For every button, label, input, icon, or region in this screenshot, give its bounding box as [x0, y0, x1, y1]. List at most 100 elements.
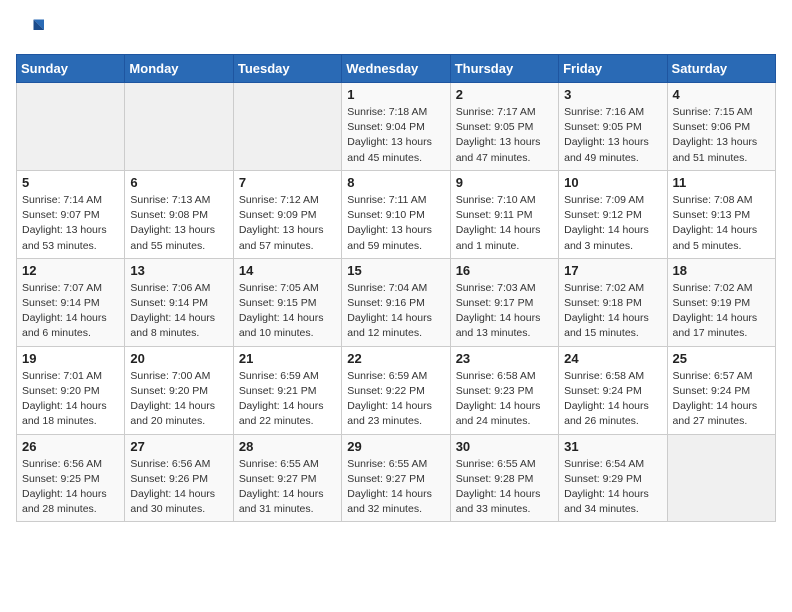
- day-number: 27: [130, 439, 227, 454]
- calendar-day-22: 22 Sunrise: 6:59 AM Sunset: 9:22 PM Dayli…: [342, 346, 450, 434]
- calendar-day-26: 26 Sunrise: 6:56 AM Sunset: 9:25 PM Dayli…: [17, 434, 125, 522]
- day-info: Sunrise: 6:56 AM Sunset: 9:25 PM Dayligh…: [22, 457, 119, 518]
- day-info: Sunrise: 7:15 AM Sunset: 9:06 PM Dayligh…: [673, 105, 770, 166]
- calendar-day-14: 14 Sunrise: 7:05 AM Sunset: 9:15 PM Dayli…: [233, 258, 341, 346]
- logo: [16, 16, 48, 44]
- day-number: 16: [456, 263, 553, 278]
- calendar-day-6: 6 Sunrise: 7:13 AM Sunset: 9:08 PM Daylig…: [125, 170, 233, 258]
- calendar-day-21: 21 Sunrise: 6:59 AM Sunset: 9:21 PM Dayli…: [233, 346, 341, 434]
- day-number: 14: [239, 263, 336, 278]
- day-header-thursday: Thursday: [450, 55, 558, 83]
- day-number: 21: [239, 351, 336, 366]
- day-number: 8: [347, 175, 444, 190]
- day-number: 24: [564, 351, 661, 366]
- calendar-day-15: 15Sunrise: 7:04 AM Sunset: 9:16 PM Dayli…: [342, 258, 450, 346]
- day-number: 6: [130, 175, 227, 190]
- day-number: 23: [456, 351, 553, 366]
- day-info: Sunrise: 7:06 AM Sunset: 9:14 PM Dayligh…: [130, 281, 227, 342]
- calendar-day-5: 5Sunrise: 7:14 AM Sunset: 9:07 PM Daylig…: [17, 170, 125, 258]
- day-number: 13: [130, 263, 227, 278]
- day-info: Sunrise: 6:55 AM Sunset: 9:28 PM Dayligh…: [456, 457, 553, 518]
- day-info: Sunrise: 7:08 AM Sunset: 9:13 PM Dayligh…: [673, 193, 770, 254]
- day-info: Sunrise: 7:02 AM Sunset: 9:18 PM Dayligh…: [564, 281, 661, 342]
- day-info: Sunrise: 6:54 AM Sunset: 9:29 PM Dayligh…: [564, 457, 661, 518]
- day-info: Sunrise: 6:59 AM Sunset: 9:22 PM Dayligh…: [347, 369, 444, 430]
- day-header-monday: Monday: [125, 55, 233, 83]
- day-info: Sunrise: 6:55 AM Sunset: 9:27 PM Dayligh…: [347, 457, 444, 518]
- day-number: 15: [347, 263, 444, 278]
- calendar-day-30: 30 Sunrise: 6:55 AM Sunset: 9:28 PM Dayli…: [450, 434, 558, 522]
- calendar-empty-cell: [667, 434, 775, 522]
- day-info: Sunrise: 7:16 AM Sunset: 9:05 PM Dayligh…: [564, 105, 661, 166]
- calendar-week-1: 1 Sunrise: 7:18 AM Sunset: 9:04 PM Daylig…: [17, 83, 776, 171]
- day-info: Sunrise: 7:02 AM Sunset: 9:19 PM Dayligh…: [673, 281, 770, 342]
- day-info: Sunrise: 6:58 AM Sunset: 9:24 PM Dayligh…: [564, 369, 661, 430]
- calendar-day-3: 3Sunrise: 7:16 AM Sunset: 9:05 PM Daylig…: [559, 83, 667, 171]
- calendar-body: 1 Sunrise: 7:18 AM Sunset: 9:04 PM Daylig…: [17, 83, 776, 522]
- day-number: 18: [673, 263, 770, 278]
- day-info: Sunrise: 6:58 AM Sunset: 9:23 PM Dayligh…: [456, 369, 553, 430]
- day-header-wednesday: Wednesday: [342, 55, 450, 83]
- day-info: Sunrise: 7:01 AM Sunset: 9:20 PM Dayligh…: [22, 369, 119, 430]
- logo-icon: [16, 16, 44, 44]
- day-number: 22: [347, 351, 444, 366]
- day-info: Sunrise: 7:10 AM Sunset: 9:11 PM Dayligh…: [456, 193, 553, 254]
- day-header-friday: Friday: [559, 55, 667, 83]
- calendar-day-17: 17Sunrise: 7:02 AM Sunset: 9:18 PM Dayli…: [559, 258, 667, 346]
- calendar-day-28: 28Sunrise: 6:55 AM Sunset: 9:27 PM Dayli…: [233, 434, 341, 522]
- calendar-day-1: 1 Sunrise: 7:18 AM Sunset: 9:04 PM Daylig…: [342, 83, 450, 171]
- day-info: Sunrise: 6:56 AM Sunset: 9:26 PM Dayligh…: [130, 457, 227, 518]
- day-info: Sunrise: 7:07 AM Sunset: 9:14 PM Dayligh…: [22, 281, 119, 342]
- calendar-day-8: 8 Sunrise: 7:11 AM Sunset: 9:10 PM Daylig…: [342, 170, 450, 258]
- day-header-tuesday: Tuesday: [233, 55, 341, 83]
- calendar-day-20: 20Sunrise: 7:00 AM Sunset: 9:20 PM Dayli…: [125, 346, 233, 434]
- calendar-day-23: 23 Sunrise: 6:58 AM Sunset: 9:23 PM Dayli…: [450, 346, 558, 434]
- calendar-day-9: 9 Sunrise: 7:10 AM Sunset: 9:11 PM Daylig…: [450, 170, 558, 258]
- day-number: 2: [456, 87, 553, 102]
- calendar-day-12: 12 Sunrise: 7:07 AM Sunset: 9:14 PM Dayli…: [17, 258, 125, 346]
- day-number: 26: [22, 439, 119, 454]
- calendar-table: SundayMondayTuesdayWednesdayThursdayFrid…: [16, 54, 776, 522]
- day-info: Sunrise: 7:12 AM Sunset: 9:09 PM Dayligh…: [239, 193, 336, 254]
- day-number: 19: [22, 351, 119, 366]
- day-info: Sunrise: 7:17 AM Sunset: 9:05 PM Dayligh…: [456, 105, 553, 166]
- day-info: Sunrise: 7:11 AM Sunset: 9:10 PM Dayligh…: [347, 193, 444, 254]
- day-info: Sunrise: 6:57 AM Sunset: 9:24 PM Dayligh…: [673, 369, 770, 430]
- day-info: Sunrise: 6:59 AM Sunset: 9:21 PM Dayligh…: [239, 369, 336, 430]
- day-number: 11: [673, 175, 770, 190]
- calendar-day-11: 11 Sunrise: 7:08 AM Sunset: 9:13 PM Dayli…: [667, 170, 775, 258]
- calendar-empty-cell: [125, 83, 233, 171]
- calendar-day-31: 31 Sunrise: 6:54 AM Sunset: 9:29 PM Dayli…: [559, 434, 667, 522]
- calendar-week-3: 12 Sunrise: 7:07 AM Sunset: 9:14 PM Dayli…: [17, 258, 776, 346]
- day-number: 7: [239, 175, 336, 190]
- day-info: Sunrise: 7:13 AM Sunset: 9:08 PM Dayligh…: [130, 193, 227, 254]
- calendar-header-row: SundayMondayTuesdayWednesdayThursdayFrid…: [17, 55, 776, 83]
- calendar-week-4: 19 Sunrise: 7:01 AM Sunset: 9:20 PM Dayli…: [17, 346, 776, 434]
- day-number: 4: [673, 87, 770, 102]
- calendar-week-2: 5Sunrise: 7:14 AM Sunset: 9:07 PM Daylig…: [17, 170, 776, 258]
- day-number: 9: [456, 175, 553, 190]
- calendar-day-19: 19 Sunrise: 7:01 AM Sunset: 9:20 PM Dayli…: [17, 346, 125, 434]
- day-number: 31: [564, 439, 661, 454]
- day-header-saturday: Saturday: [667, 55, 775, 83]
- day-number: 1: [347, 87, 444, 102]
- day-number: 25: [673, 351, 770, 366]
- day-number: 28: [239, 439, 336, 454]
- day-info: Sunrise: 7:09 AM Sunset: 9:12 PM Dayligh…: [564, 193, 661, 254]
- calendar-day-4: 4 Sunrise: 7:15 AM Sunset: 9:06 PM Daylig…: [667, 83, 775, 171]
- calendar-day-25: 25 Sunrise: 6:57 AM Sunset: 9:24 PM Dayli…: [667, 346, 775, 434]
- day-number: 20: [130, 351, 227, 366]
- calendar-day-18: 18 Sunrise: 7:02 AM Sunset: 9:19 PM Dayli…: [667, 258, 775, 346]
- day-number: 12: [22, 263, 119, 278]
- calendar-day-2: 2 Sunrise: 7:17 AM Sunset: 9:05 PM Daylig…: [450, 83, 558, 171]
- day-info: Sunrise: 7:14 AM Sunset: 9:07 PM Dayligh…: [22, 193, 119, 254]
- calendar-day-24: 24 Sunrise: 6:58 AM Sunset: 9:24 PM Dayli…: [559, 346, 667, 434]
- day-header-sunday: Sunday: [17, 55, 125, 83]
- day-info: Sunrise: 7:18 AM Sunset: 9:04 PM Dayligh…: [347, 105, 444, 166]
- day-info: Sunrise: 7:05 AM Sunset: 9:15 PM Dayligh…: [239, 281, 336, 342]
- day-number: 10: [564, 175, 661, 190]
- day-number: 30: [456, 439, 553, 454]
- calendar-day-16: 16Sunrise: 7:03 AM Sunset: 9:17 PM Dayli…: [450, 258, 558, 346]
- page-header: [16, 16, 776, 44]
- calendar-empty-cell: [233, 83, 341, 171]
